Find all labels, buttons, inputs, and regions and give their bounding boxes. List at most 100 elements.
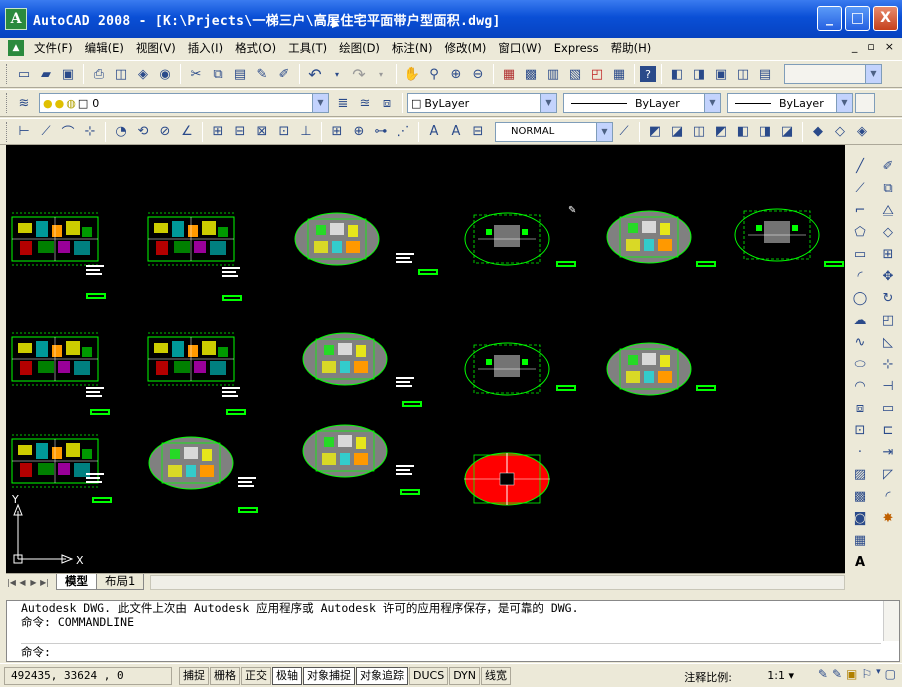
- trim-icon[interactable]: ⊹: [874, 353, 902, 375]
- menu-tools[interactable]: 工具(T): [282, 40, 333, 56]
- view-icon-3[interactable]: ◫: [689, 122, 709, 142]
- rotate-icon[interactable]: ↻: [874, 287, 902, 309]
- doc-close-button[interactable]: ×: [885, 40, 894, 53]
- snap-toggle[interactable]: 捕捉: [179, 666, 209, 685]
- mirror-icon[interactable]: ⧋: [874, 199, 902, 221]
- open-file-icon[interactable]: ▰: [36, 64, 56, 84]
- quick-dim-icon[interactable]: ⊞: [208, 122, 228, 142]
- dimtedit-icon[interactable]: A: [446, 122, 466, 142]
- make-current-layer-icon[interactable]: ≣: [333, 93, 353, 113]
- menu-insert[interactable]: 插入(I): [182, 40, 229, 56]
- dimstyle-manager-icon[interactable]: ⟋: [614, 122, 634, 142]
- zoom-realtime-icon[interactable]: ⚲: [424, 64, 444, 84]
- view-icon-5[interactable]: ◧: [733, 122, 753, 142]
- offset-icon[interactable]: ◇: [874, 221, 902, 243]
- sheet-set-icon[interactable]: ▧: [565, 64, 585, 84]
- scale-icon[interactable]: ◰: [874, 309, 902, 331]
- doc-minimize-button[interactable]: _: [852, 40, 858, 53]
- lineweight-combo[interactable]: ByLayer ▼: [727, 93, 853, 113]
- rectangle-icon[interactable]: ▭: [846, 243, 874, 265]
- publish-icon[interactable]: ◈: [133, 64, 153, 84]
- zoom-previous-icon[interactable]: ⊖: [468, 64, 488, 84]
- workspace-icon-4[interactable]: ◫: [733, 64, 753, 84]
- dim-break-icon[interactable]: ⊥: [296, 122, 316, 142]
- redo-icon[interactable]: ↷: [349, 64, 369, 84]
- match-properties-icon[interactable]: ✎: [252, 64, 272, 84]
- iso-view-icon-2[interactable]: ◇: [830, 122, 850, 142]
- ortho-toggle[interactable]: 正交: [241, 666, 271, 685]
- lineweight-toggle[interactable]: 线宽: [481, 666, 512, 685]
- gradient-icon[interactable]: ▩: [846, 485, 874, 507]
- jogged-dim-icon[interactable]: ⟲: [133, 122, 153, 142]
- linetype-combo[interactable]: ByLayer ▼: [563, 93, 721, 113]
- extend-icon[interactable]: ⊣: [874, 375, 902, 397]
- osnap-toggle[interactable]: 对象捕捉: [303, 666, 355, 685]
- clean-screen-icon[interactable]: ▢: [885, 667, 896, 681]
- annotation-visibility-icon[interactable]: ✎: [818, 667, 828, 681]
- join-icon[interactable]: ⇥: [874, 441, 902, 463]
- center-mark-icon[interactable]: ⊕: [349, 122, 369, 142]
- menu-format[interactable]: 格式(O): [229, 40, 282, 56]
- dim-space-icon[interactable]: ⊡: [274, 122, 294, 142]
- tool-palettes-icon[interactable]: ▥: [543, 64, 563, 84]
- workspace-icon-3[interactable]: ▣: [711, 64, 731, 84]
- tab-layout1[interactable]: 布局1: [96, 574, 145, 590]
- design-center-icon[interactable]: ▩: [521, 64, 541, 84]
- hatch-icon[interactable]: ▨: [846, 463, 874, 485]
- plotstyle-combo[interactable]: [855, 93, 875, 113]
- copy-icon[interactable]: ⧉: [208, 64, 228, 84]
- 3d-dwf-icon[interactable]: ◉: [155, 64, 175, 84]
- auto-scale-icon[interactable]: ✎: [832, 667, 842, 681]
- arc-icon[interactable]: ◜: [846, 265, 874, 287]
- autocad-app-icon[interactable]: A: [5, 8, 27, 30]
- properties-icon[interactable]: ▦: [499, 64, 519, 84]
- menu-edit[interactable]: 编辑(E): [79, 40, 130, 56]
- print-preview-icon[interactable]: ◫: [111, 64, 131, 84]
- next-tab-arrow-icon[interactable]: ▶: [28, 576, 39, 589]
- construction-line-icon[interactable]: ⟋: [846, 177, 874, 199]
- arc-length-icon[interactable]: ⌒: [58, 122, 78, 142]
- tolerance-icon[interactable]: ⊞: [327, 122, 347, 142]
- iso-view-icon-3[interactable]: ◈: [852, 122, 872, 142]
- new-file-icon[interactable]: ▭: [14, 64, 34, 84]
- menu-help[interactable]: 帮助(H): [605, 40, 658, 56]
- stretch-icon[interactable]: ◺: [874, 331, 902, 353]
- cut-icon[interactable]: ✂: [186, 64, 206, 84]
- fillet-icon[interactable]: ◜: [874, 485, 902, 507]
- polar-toggle[interactable]: 极轴: [272, 666, 302, 685]
- line-icon[interactable]: ╱: [846, 155, 874, 177]
- layer-manager-icon[interactable]: ≋: [14, 93, 34, 113]
- radius-dim-icon[interactable]: ◔: [111, 122, 131, 142]
- workspace-icon-5[interactable]: ▤: [755, 64, 775, 84]
- view-icon-1[interactable]: ◩: [645, 122, 665, 142]
- pan-icon[interactable]: ✋: [402, 64, 422, 84]
- drawing-canvas[interactable]: ✎ X Y: [6, 145, 845, 573]
- make-block-icon[interactable]: ⊡: [846, 419, 874, 441]
- block-editor-icon[interactable]: ✐: [274, 64, 294, 84]
- array-icon[interactable]: ⊞: [874, 243, 902, 265]
- view-icon-7[interactable]: ◪: [777, 122, 797, 142]
- paste-icon[interactable]: ▤: [230, 64, 250, 84]
- minimize-button[interactable]: _: [817, 6, 842, 31]
- menu-file[interactable]: 文件(F): [28, 40, 79, 56]
- layer-combo[interactable]: ● ● ◍ □ 0 ▼: [39, 93, 329, 113]
- tab-model[interactable]: 模型: [56, 574, 97, 590]
- dyn-toggle[interactable]: DYN: [449, 666, 481, 685]
- explode-icon[interactable]: ✸: [874, 507, 902, 529]
- first-tab-arrow-icon[interactable]: |◀: [6, 576, 17, 589]
- redo-dropdown-icon[interactable]: ▾: [371, 64, 391, 84]
- iso-view-icon-1[interactable]: ◆: [808, 122, 828, 142]
- layer-dropdown-arrow[interactable]: ▼: [312, 94, 328, 112]
- close-button[interactable]: X: [873, 6, 898, 31]
- print-icon[interactable]: ⎙: [89, 64, 109, 84]
- jogged-linear-icon[interactable]: ⋰: [393, 122, 413, 142]
- menu-express[interactable]: Express: [548, 41, 605, 55]
- view-icon-6[interactable]: ◨: [755, 122, 775, 142]
- command-window[interactable]: Autodesk DWG. 此文件上次由 Autodesk 应用程序或 Auto…: [6, 600, 900, 662]
- menu-window[interactable]: 窗口(W): [492, 40, 547, 56]
- command-scrollbar[interactable]: [883, 601, 899, 641]
- continue-dim-icon[interactable]: ⊠: [252, 122, 272, 142]
- calculator-icon[interactable]: ▦: [609, 64, 629, 84]
- spline-icon[interactable]: ∿: [846, 331, 874, 353]
- dim-update-icon[interactable]: ⊟: [468, 122, 488, 142]
